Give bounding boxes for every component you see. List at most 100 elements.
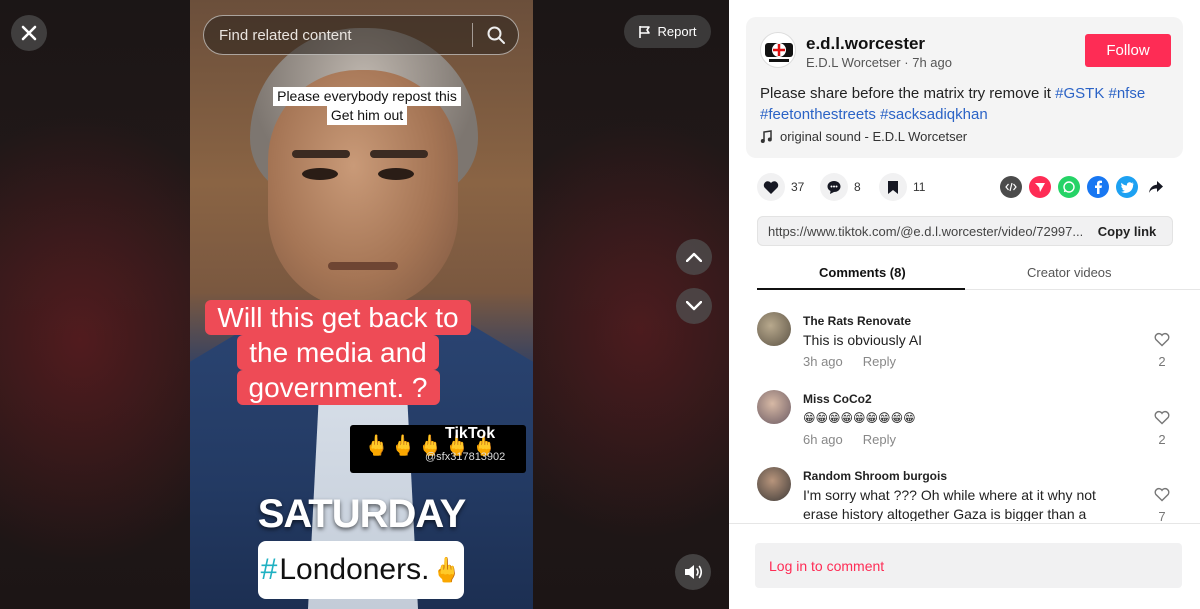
action-bar: 37 8 11: [746, 173, 1183, 203]
commenter-avatar[interactable]: [757, 312, 791, 346]
caption-line: government. ?: [236, 370, 440, 405]
video-pane: Find related content Report Please every…: [0, 0, 729, 609]
comment-text: I'm sorry what ??? Oh while where at it …: [803, 487, 1096, 521]
like-count: 37: [791, 180, 805, 194]
music-note-icon: [760, 129, 772, 143]
next-video-button[interactable]: [676, 288, 712, 324]
previous-video-button[interactable]: [676, 239, 712, 275]
hashtag-sign: #: [260, 553, 278, 586]
video-subject-brow: [370, 150, 428, 158]
comment-time: 6h ago: [803, 432, 843, 447]
login-to-comment-button[interactable]: Log in to comment: [755, 543, 1182, 588]
caption-line: Will this get back to: [205, 300, 471, 335]
commenter-name[interactable]: Random Shroom burgois: [803, 469, 947, 483]
video-caption-top: Please everybody repost this Get him out: [262, 87, 472, 125]
share-arrow-icon[interactable]: [1145, 176, 1167, 198]
tab-comments[interactable]: Comments (8): [819, 265, 906, 280]
description-text: Please share before the matrix try remov…: [760, 85, 1051, 102]
commenter-avatar[interactable]: [757, 390, 791, 424]
speaker-icon: [685, 565, 703, 579]
active-tab-indicator: [757, 288, 965, 290]
hashtag-link[interactable]: #nfse: [1109, 85, 1146, 102]
divider: [729, 523, 1200, 524]
comment-like-button[interactable]: 2: [1153, 410, 1171, 447]
heart-outline-icon: [1154, 333, 1170, 347]
video-subject-brow: [292, 150, 350, 158]
emoji-overlay: 🖕🖕🖕🖕🖕: [350, 425, 526, 473]
close-button[interactable]: [11, 15, 47, 51]
comment-text: This is obviously AI: [803, 332, 923, 348]
heart-outline-icon: [1154, 488, 1170, 502]
follow-button[interactable]: Follow: [1085, 34, 1171, 67]
video-caption-hashtag: # Londoners. 🖕: [258, 541, 464, 599]
commenter-name[interactable]: The Rats Renovate: [803, 314, 911, 328]
video-subject-mouth: [328, 262, 398, 270]
author-username[interactable]: e.d.l.worcester: [806, 34, 925, 54]
comment-like-button[interactable]: 2: [1153, 332, 1171, 369]
caption-line: the media and: [237, 335, 439, 370]
hashtag-link[interactable]: #sacksadiqkhan: [880, 106, 988, 123]
chevron-up-icon: [686, 252, 702, 262]
tiktok-watermark-handle: @sfx317813902: [425, 451, 506, 463]
comment-meta: 6h ago Reply: [803, 432, 896, 447]
video-caption-red: Will this get back to the media and gove…: [193, 300, 483, 405]
close-icon: [21, 25, 37, 41]
comment-like-count: 2: [1158, 432, 1166, 447]
sound-name: original sound - E.D.L Worcetser: [780, 129, 968, 144]
save-button[interactable]: 11: [879, 173, 925, 201]
heart-icon: [757, 173, 785, 201]
search-input[interactable]: Find related content: [219, 27, 472, 44]
volume-button[interactable]: [675, 554, 711, 590]
comment-like-button[interactable]: 7: [1153, 487, 1171, 521]
reply-button[interactable]: Reply: [863, 432, 896, 447]
save-count: 11: [913, 180, 926, 194]
tab-creator-videos[interactable]: Creator videos: [1027, 265, 1112, 280]
comment-icon: [820, 173, 848, 201]
tab-bar: Comments (8) Creator videos: [757, 258, 1200, 290]
details-pane: e.d.l.worcester E.D.L Worcetser · 7h ago…: [729, 0, 1200, 609]
video-subject-eye: [302, 168, 338, 180]
commenter-name[interactable]: Miss CoCo2: [803, 392, 872, 406]
report-button[interactable]: Report: [624, 15, 711, 48]
author-card: e.d.l.worcester E.D.L Worcetser · 7h ago…: [746, 17, 1183, 158]
comment-like-count: 2: [1158, 354, 1166, 369]
report-label: Report: [657, 24, 697, 39]
caption-line: Please everybody repost this: [273, 87, 461, 106]
hashtag-link[interactable]: #GSTK: [1055, 85, 1104, 102]
commenter-avatar[interactable]: [757, 467, 791, 501]
video-description: Please share before the matrix try remov…: [760, 83, 1170, 125]
whatsapp-icon[interactable]: [1058, 176, 1080, 198]
copy-link-row: https://www.tiktok.com/@e.d.l.worcester/…: [757, 216, 1173, 246]
caption-line: Get him out: [326, 106, 408, 125]
video-subject-eye: [378, 168, 414, 180]
facebook-icon[interactable]: [1087, 176, 1109, 198]
hashtag-emoji: 🖕: [431, 556, 462, 584]
video-url-field[interactable]: https://www.tiktok.com/@e.d.l.worcester/…: [758, 224, 1082, 239]
comment-count: 8: [854, 180, 861, 194]
hashtag-word: Londoners.: [279, 553, 430, 586]
chevron-down-icon: [686, 301, 702, 311]
heart-outline-icon: [1154, 411, 1170, 425]
related-search-box[interactable]: Find related content: [203, 15, 519, 55]
like-button[interactable]: 37: [757, 173, 804, 201]
bookmark-icon: [879, 173, 907, 201]
twitter-icon[interactable]: [1116, 176, 1138, 198]
sound-link[interactable]: original sound - E.D.L Worcetser: [760, 129, 967, 144]
comment-text: 😁😁😁😁😁😁😁😁😁: [803, 411, 916, 425]
hashtag-link[interactable]: #feetonthestreets: [760, 106, 876, 123]
copy-link-button[interactable]: Copy link: [1082, 224, 1172, 239]
share-row: [1000, 176, 1167, 198]
comment-like-count: 7: [1158, 509, 1166, 521]
author-display-name: E.D.L Worcetser: [806, 55, 901, 70]
comment-button[interactable]: 8: [820, 173, 861, 201]
tiktok-watermark: TikTok: [445, 425, 496, 442]
comment-list[interactable]: The Rats Renovate This is obviously AI 3…: [729, 300, 1200, 521]
embed-icon[interactable]: [1000, 176, 1022, 198]
flag-icon: [639, 25, 651, 38]
post-time: 7h ago: [912, 55, 952, 70]
reply-button[interactable]: Reply: [863, 354, 896, 369]
video-caption-saturday: SATURDAY: [257, 492, 467, 536]
search-icon[interactable]: [473, 25, 518, 45]
send-to-friends-icon[interactable]: [1029, 176, 1051, 198]
author-avatar[interactable]: [760, 32, 796, 68]
